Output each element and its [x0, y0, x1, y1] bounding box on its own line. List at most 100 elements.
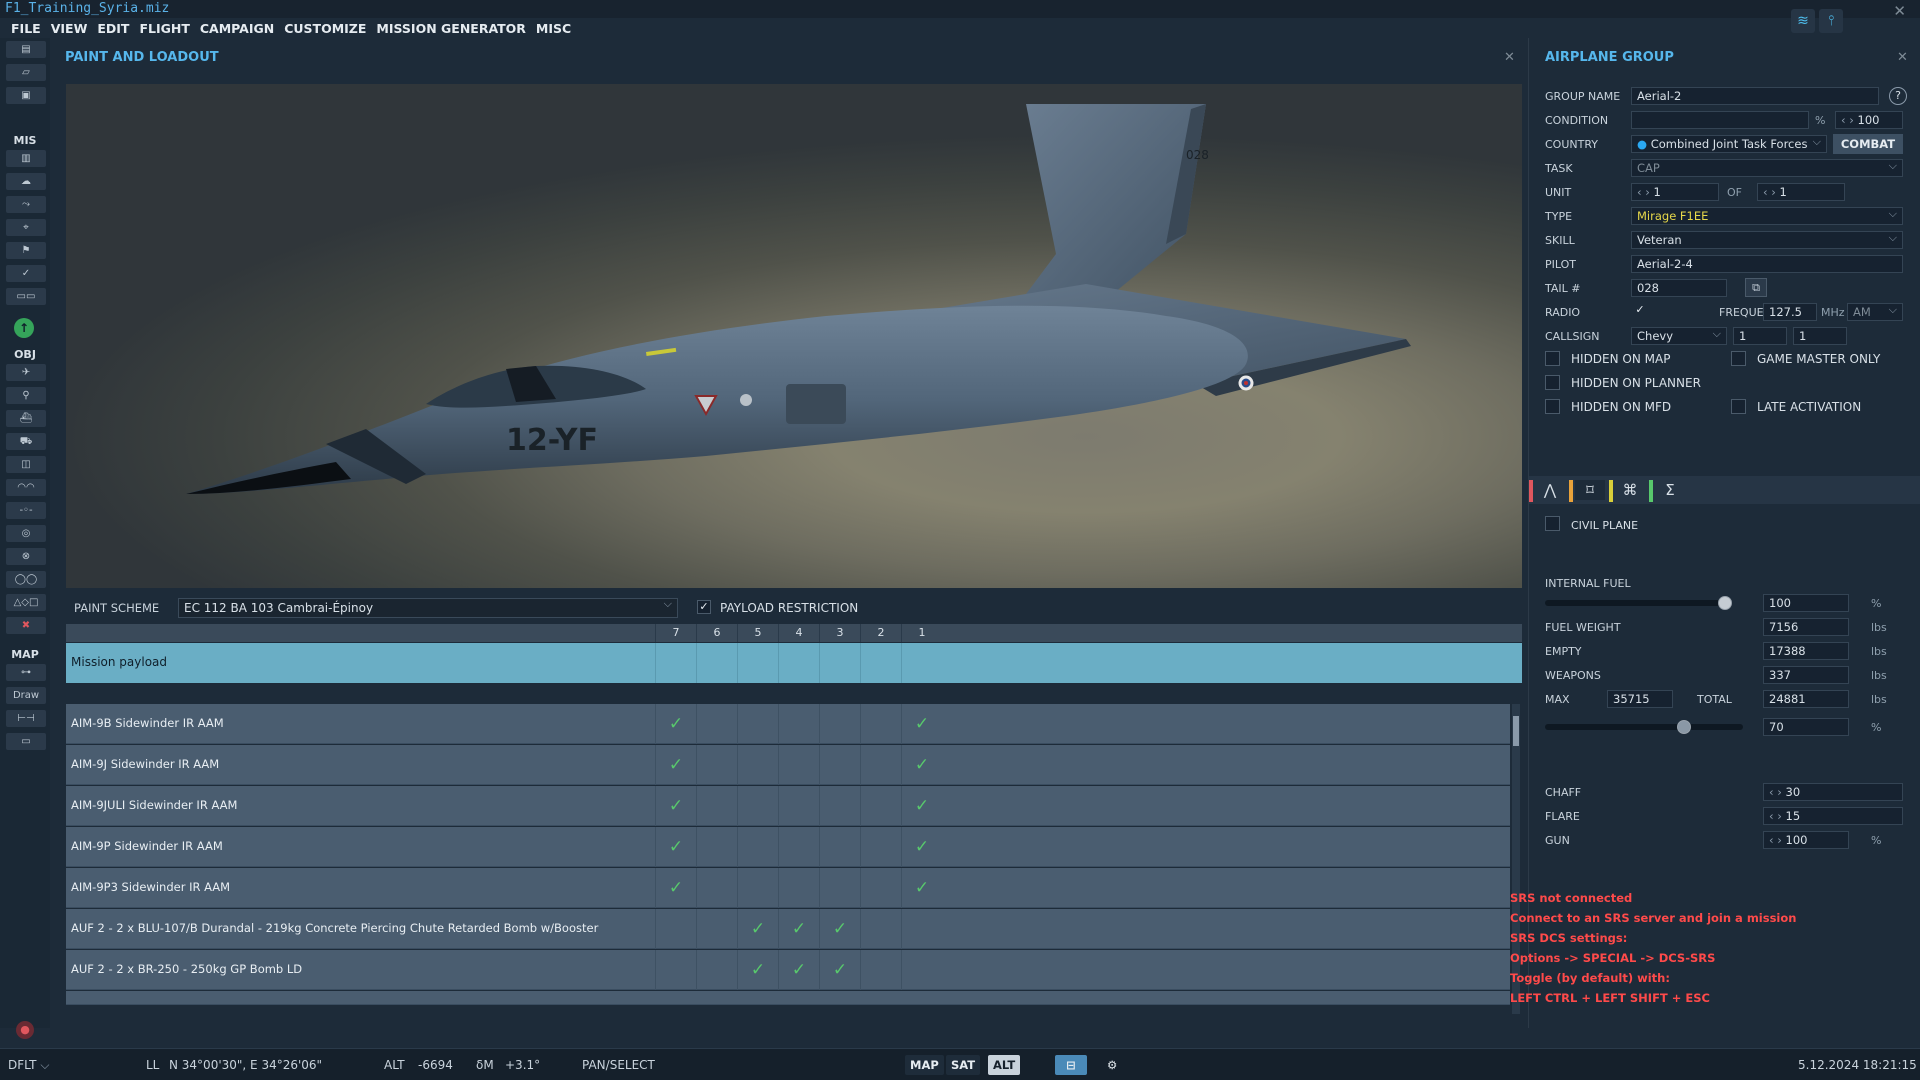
load-input[interactable]: 70	[1763, 718, 1849, 736]
payload-row[interactable]	[66, 991, 1510, 1005]
tab-summary-icon[interactable]: Σ	[1655, 480, 1685, 500]
hidden-on-mfd-checkbox[interactable]	[1545, 399, 1560, 414]
payload-row[interactable]: AUF 2 - 2 x BR-250 - 250kg GP Bomb LD ✓ ✓ ✓	[66, 950, 1510, 990]
station-check-icon[interactable]: ✓	[655, 868, 696, 908]
station-cell[interactable]	[696, 950, 737, 990]
station-check-icon[interactable]: ✓	[655, 786, 696, 826]
payload-row[interactable]: AIM-9P3 Sidewinder IR AAM ✓ ✓	[66, 868, 1510, 908]
mission-payload-cell[interactable]	[778, 643, 819, 683]
station-cell[interactable]	[696, 745, 737, 785]
station-cell[interactable]	[819, 827, 860, 867]
route-icon[interactable]: ⤳	[6, 196, 46, 213]
tail-input[interactable]: 028	[1631, 279, 1727, 297]
paint-scheme-select[interactable]: EC 112 BA 103 Cambrai-Épinoy	[178, 597, 678, 618]
menu-campaign[interactable]: CAMPAIGN	[195, 19, 279, 39]
station-cell[interactable]	[819, 704, 860, 744]
ship-icon[interactable]: ⛴	[6, 410, 46, 427]
station-cell[interactable]	[737, 704, 778, 744]
internal-fuel-slider[interactable]	[1545, 600, 1725, 606]
radio-checkbox[interactable]: ✓	[1633, 304, 1647, 318]
settings-gear-icon[interactable]: ⚙	[1102, 1055, 1122, 1075]
hidden-on-planner-checkbox[interactable]	[1545, 375, 1560, 390]
helicopter-icon[interactable]: ⚲	[6, 387, 46, 404]
station-cell[interactable]	[737, 745, 778, 785]
shapes-icon[interactable]: △◇□	[6, 594, 46, 611]
station-cell[interactable]	[737, 868, 778, 908]
help-icon[interactable]: ?	[1889, 87, 1907, 105]
condition-stepper[interactable]: ‹ › 100	[1835, 111, 1903, 129]
station-check-icon[interactable]: ✓	[778, 909, 819, 949]
screen-icon[interactable]: ▭	[6, 733, 46, 750]
save-icon[interactable]: ▣	[6, 87, 46, 104]
station-cell[interactable]	[696, 909, 737, 949]
combat-button[interactable]: COMBAT	[1833, 134, 1903, 154]
menu-customize[interactable]: CUSTOMIZE	[279, 19, 371, 39]
alt-button[interactable]: ALT	[988, 1055, 1021, 1075]
payload-row[interactable]: AIM-9J Sidewinder IR AAM ✓ ✓	[66, 745, 1510, 785]
open-folder-icon[interactable]: ▱	[6, 64, 46, 81]
menu-view[interactable]: VIEW	[46, 19, 93, 39]
station-check-icon[interactable]: ✓	[901, 704, 942, 744]
station-check-icon[interactable]: ✓	[737, 950, 778, 990]
station-cell[interactable]	[778, 827, 819, 867]
mission-payload-cell[interactable]	[696, 643, 737, 683]
payload-restriction-checkbox[interactable]: ✓	[697, 600, 711, 614]
map-button[interactable]: MAP	[905, 1055, 944, 1075]
station-cell[interactable]	[778, 786, 819, 826]
station-cell[interactable]	[819, 868, 860, 908]
draw-button[interactable]: Draw	[6, 687, 46, 704]
station-cell[interactable]	[860, 786, 901, 826]
load-slider-knob[interactable]	[1676, 720, 1691, 734]
mission-payload-row[interactable]: Mission payload	[66, 643, 1522, 683]
mission-payload-cell[interactable]	[655, 643, 696, 683]
tab-systems-icon[interactable]: ⌘	[1615, 480, 1645, 500]
station-cell[interactable]	[655, 950, 696, 990]
vehicle-icon[interactable]: ⛟	[6, 433, 46, 450]
station-cell[interactable]	[696, 786, 737, 826]
mission-payload-cell[interactable]	[901, 643, 942, 683]
station-cell[interactable]	[778, 868, 819, 908]
station-check-icon[interactable]: ✓	[819, 950, 860, 990]
station-cell[interactable]	[778, 745, 819, 785]
ruler-icon[interactable]: ⊢⊣	[6, 710, 46, 727]
station-cell[interactable]	[901, 950, 942, 990]
internal-fuel-slider-knob[interactable]	[1718, 596, 1732, 610]
aircraft-preview[interactable]: 12-YF 028	[66, 84, 1522, 588]
record-icon[interactable]: ●	[16, 1021, 34, 1039]
callsign-number-2[interactable]: 1	[1793, 327, 1847, 345]
unit-stepper[interactable]: ‹ › 1	[1631, 183, 1719, 201]
callsign-number-1[interactable]: 1	[1733, 327, 1787, 345]
target-icon[interactable]: ⌖	[6, 219, 46, 236]
station-cell[interactable]	[696, 868, 737, 908]
menu-misc[interactable]: MISC	[531, 19, 576, 39]
station-check-icon[interactable]: ✓	[901, 827, 942, 867]
bullseye-icon[interactable]: ⊗	[6, 548, 46, 565]
zone-icon[interactable]: ◠◠	[6, 479, 46, 496]
tab-loadout-icon[interactable]: ⌑	[1575, 480, 1605, 500]
paint-close-icon[interactable]: ✕	[1504, 50, 1515, 65]
static-object-icon[interactable]: ◫	[6, 456, 46, 473]
menu-edit[interactable]: EDIT	[92, 19, 134, 39]
station-cell[interactable]	[778, 704, 819, 744]
station-check-icon[interactable]: ✓	[778, 950, 819, 990]
payload-row[interactable]: AIM-9JULI Sidewinder IR AAM ✓ ✓	[66, 786, 1510, 826]
station-cell[interactable]	[737, 827, 778, 867]
hidden-on-map-checkbox[interactable]	[1545, 351, 1560, 366]
airplane-icon[interactable]: ✈	[6, 364, 46, 381]
station-check-icon[interactable]: ✓	[901, 786, 942, 826]
gun-stepper[interactable]: ‹ › 100	[1763, 831, 1849, 849]
menu-flight[interactable]: FLIGHT	[134, 19, 194, 39]
sat-button[interactable]: SAT	[946, 1055, 981, 1075]
mission-payload-cell[interactable]	[860, 643, 901, 683]
late-activation-checkbox[interactable]	[1731, 399, 1746, 414]
flare-stepper[interactable]: ‹ › 15	[1763, 807, 1903, 825]
condition-input[interactable]	[1631, 111, 1809, 129]
skill-select[interactable]: Veteran	[1631, 231, 1903, 249]
profile-select[interactable]: DFLT ⌵	[8, 1058, 49, 1073]
briefing-icon[interactable]: ▥	[6, 150, 46, 167]
payload-scrollbar-thumb[interactable]	[1513, 716, 1519, 746]
payload-row[interactable]: AIM-9B Sidewinder IR AAM ✓ ✓	[66, 704, 1510, 744]
station-cell[interactable]	[860, 868, 901, 908]
modulation-select[interactable]: AM	[1847, 303, 1903, 321]
weather-icon[interactable]: ☁	[6, 173, 46, 190]
